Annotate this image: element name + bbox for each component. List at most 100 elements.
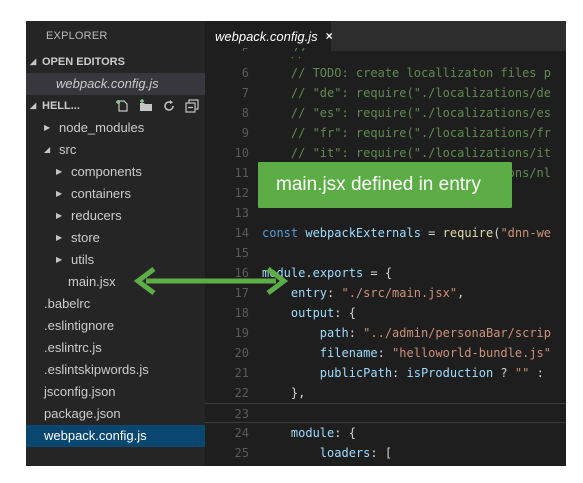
code-line[interactable]: 21 publicPath: isProduction ? "" :: [205, 363, 566, 383]
open-editor-item[interactable]: webpack.config.js: [26, 73, 205, 95]
line-number: 19: [234, 326, 249, 340]
code-line[interactable]: 15: [205, 243, 566, 263]
line-number: 13: [234, 206, 249, 220]
code-line[interactable]: 9 // "fr": require("./localizations/fr: [205, 123, 566, 143]
line-number: 25: [234, 446, 249, 460]
code-token: ?: [493, 366, 515, 380]
code-token: output: [262, 306, 335, 320]
code-text: // "de": require("./localizations/de: [262, 83, 551, 103]
close-icon[interactable]: ×: [326, 29, 333, 43]
tree-item-label: jsconfig.json: [44, 384, 116, 399]
tree-item-label: .babelrc: [44, 296, 91, 311]
line-number: 21: [234, 366, 249, 380]
editor-top-edge: [205, 51, 566, 57]
folder-item[interactable]: ▶ reducers: [26, 205, 205, 227]
code-token: module: [262, 426, 335, 440]
code-line[interactable]: 19 path: "../admin/personaBar/scrip: [205, 323, 566, 343]
folder-item[interactable]: ▶ store: [26, 227, 205, 249]
code-text: output: {: [262, 303, 356, 323]
code-token: exports: [312, 266, 364, 280]
project-label: HELL...: [42, 100, 80, 112]
open-editors-section[interactable]: ◢ OPEN EDITORS: [26, 51, 205, 73]
code-line[interactable]: 10 // "it": require("./localizations/it: [205, 143, 566, 163]
code-token: : {: [334, 306, 356, 320]
code-line[interactable]: 6 // TODO: create locallizaton files p: [205, 63, 566, 83]
refresh-icon[interactable]: [162, 99, 176, 113]
code-token: : [: [370, 446, 393, 460]
code-token: // "it": require("./localizations/it: [262, 146, 551, 160]
tree-item-label: reducers: [71, 208, 122, 223]
code-token: .: [305, 266, 313, 280]
file-item[interactable]: .babelrc: [26, 293, 205, 315]
folder-item[interactable]: ▶ containers: [26, 183, 205, 205]
line-number: 9: [241, 126, 249, 140]
code-line[interactable]: 20 filename: "helloworld-bundle.js": [205, 343, 566, 363]
file-item[interactable]: .eslintrc.js: [26, 337, 205, 359]
code-token: publicPath: [262, 366, 393, 380]
code-token: // "de": require("./localizations/de: [262, 86, 551, 100]
chevron-down-icon: ◢: [30, 101, 37, 110]
code-token: "": [514, 366, 530, 380]
code-line[interactable]: 18 output: {: [205, 303, 566, 323]
code-token: webpackExternals: [305, 226, 421, 240]
explorer-sidebar: EXPLORER ◢ OPEN EDITORS webpack.config.j…: [26, 21, 205, 466]
code-line[interactable]: 26 { test: /\.(js|jsx)$/, exclu: [205, 463, 566, 466]
tree-item-label: main.jsx: [68, 274, 116, 289]
code-text: path: "../admin/personaBar/scrip: [262, 323, 551, 343]
file-item[interactable]: .eslintskipwords.js: [26, 359, 205, 381]
code-line[interactable]: 25 loaders: [: [205, 443, 566, 463]
vscode-window: EXPLORER ◢ OPEN EDITORS webpack.config.j…: [26, 21, 566, 466]
folder-item[interactable]: ◢ src: [26, 139, 205, 161]
folder-item[interactable]: ▶ node_modules: [26, 117, 205, 139]
tree-item-label: .eslintignore: [44, 318, 115, 333]
line-number: 8: [241, 106, 249, 120]
tree-item-label: .eslintrc.js: [44, 340, 102, 355]
tree-item-label: package.json: [44, 406, 121, 421]
code-text: entry: "./src/main.jsx",: [262, 283, 464, 303]
folder-item[interactable]: ▶ components: [26, 161, 205, 183]
tree-item-label: store: [71, 230, 100, 245]
code-text: { test: /\.(js|jsx)$/, exclu: [262, 463, 551, 466]
tree-item-label: utils: [71, 252, 95, 267]
line-number: 10: [234, 146, 249, 160]
file-item[interactable]: jsconfig.json: [26, 381, 205, 403]
code-line[interactable]: 14 const webpackExternals = require("dnn-…: [205, 223, 566, 243]
code-line[interactable]: 22 },: [205, 383, 566, 403]
code-text: // "it": require("./localizations/it: [262, 143, 551, 163]
chevron-right-icon: ▶: [56, 211, 63, 220]
code-text: publicPath: isProduction ? "" :: [262, 363, 544, 383]
collapse-all-icon[interactable]: [185, 99, 199, 113]
code-text: // TODO: create locallizaton files p: [262, 63, 551, 83]
code-token: filename: [262, 346, 378, 360]
code-editor[interactable]: 5 // 6 // TODO: create locallizaton file…: [205, 46, 566, 466]
annotation-callout: main.jsx defined in entry: [258, 162, 512, 208]
file-item[interactable]: package.json: [26, 403, 205, 425]
code-text: filename: "helloworld-bundle.js": [262, 343, 551, 363]
line-number: 22: [234, 386, 249, 400]
file-item[interactable]: .eslintignore: [26, 315, 205, 337]
new-folder-icon[interactable]: [139, 99, 153, 113]
tree-item-label: .eslintskipwords.js: [44, 362, 149, 377]
code-token: "./src/main.jsx": [341, 286, 458, 300]
code-token: // "fr": require("./localizations/fr: [262, 126, 551, 140]
code-line[interactable]: 7 // "de": require("./localizations/de: [205, 83, 566, 103]
explorer-title: EXPLORER: [46, 30, 108, 42]
chevron-right-icon: ▶: [44, 123, 51, 132]
code-token: path: [262, 326, 349, 340]
code-line[interactable]: 24 module: {: [205, 423, 566, 443]
chevron-right-icon: ▶: [56, 167, 63, 176]
code-token: :: [377, 346, 393, 360]
project-section[interactable]: ◢ HELL...: [26, 95, 205, 117]
code-token: // TODO: create locallizaton files p: [262, 66, 551, 80]
code-text: // "es": require("./localizations/es: [262, 103, 551, 123]
line-number: 18: [234, 306, 249, 320]
code-line[interactable]: 8 // "es": require("./localizations/es: [205, 103, 566, 123]
file-item[interactable]: webpack.config.js: [26, 425, 205, 447]
line-number: 23: [234, 407, 249, 421]
code-token: "helloworld-bundle.js": [392, 346, 551, 360]
tree-item-label: node_modules: [59, 120, 145, 135]
code-token: "dnn-we: [500, 226, 552, 240]
chevron-down-icon: ◢: [30, 57, 37, 66]
new-file-icon[interactable]: [116, 99, 130, 113]
code-line[interactable]: 23: [205, 403, 566, 423]
